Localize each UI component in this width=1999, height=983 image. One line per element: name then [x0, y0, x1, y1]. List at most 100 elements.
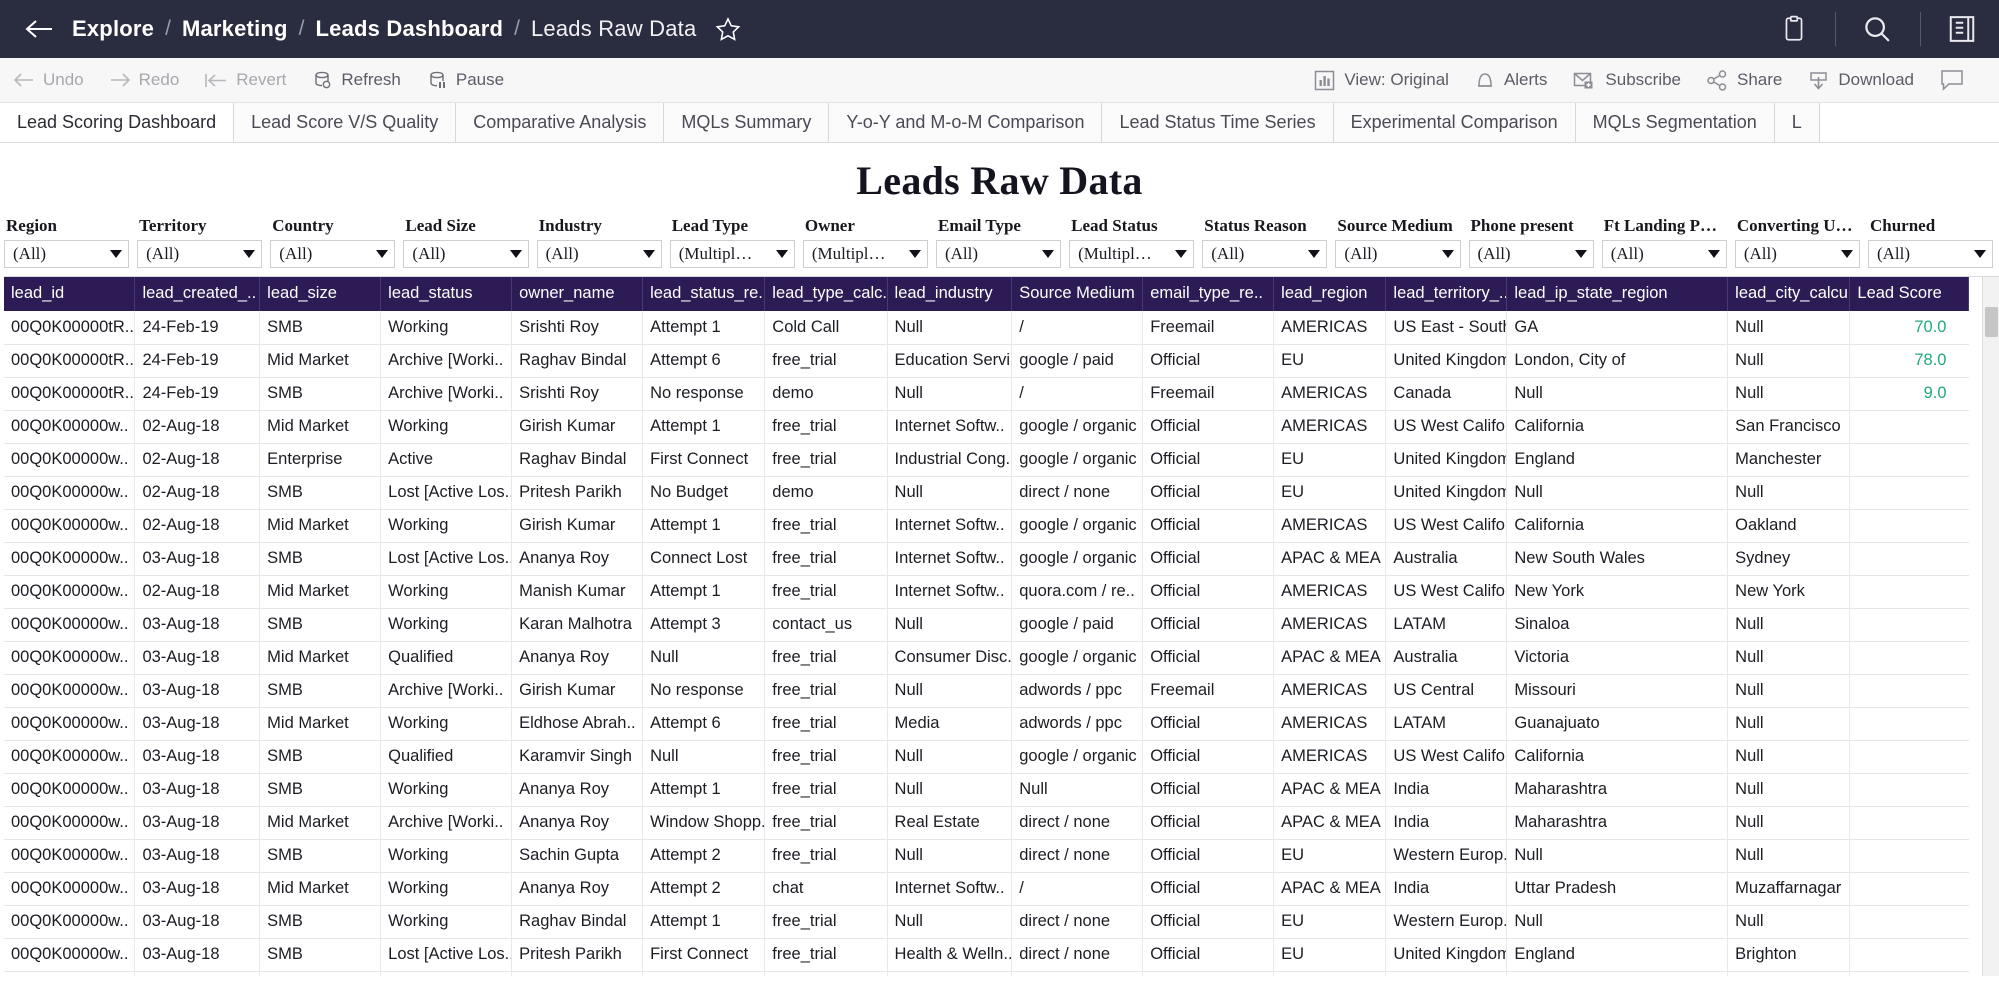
lead-score-cell[interactable] — [1849, 509, 1969, 543]
table-cell[interactable]: Active — [380, 443, 513, 477]
filter-dropdown[interactable]: (All) — [1202, 240, 1328, 268]
table-cell[interactable]: SMB — [259, 377, 382, 411]
table-cell[interactable]: SMB — [259, 674, 382, 708]
table-cell[interactable]: LATAM — [1385, 707, 1508, 741]
table-cell[interactable]: 03-Aug-18 — [134, 740, 261, 774]
table-cell[interactable]: Lost [Active Los.. — [380, 938, 513, 972]
table-cell[interactable]: No response — [642, 674, 766, 708]
table-cell[interactable]: google / organic — [1011, 509, 1144, 543]
table-cell[interactable]: Brighton — [1727, 938, 1851, 972]
table-cell[interactable]: SMB — [259, 542, 382, 576]
table-cell[interactable]: Official — [1142, 476, 1275, 510]
table-cell[interactable]: Official — [1142, 971, 1275, 976]
table-cell[interactable]: Karamvir Singh — [511, 740, 644, 774]
table-cell[interactable]: Australia — [1385, 542, 1508, 576]
table-cell[interactable]: 02-Aug-18 — [134, 575, 261, 609]
table-cell[interactable]: Archive [Worki.. — [380, 806, 513, 840]
lead-score-cell[interactable] — [1849, 443, 1969, 477]
table-cell[interactable]: Working — [380, 410, 513, 444]
filter-dropdown[interactable]: (All) — [1601, 240, 1727, 268]
table-cell[interactable]: direct / none — [1011, 905, 1144, 939]
pause-button[interactable]: Pause — [417, 66, 514, 94]
table-cell[interactable]: 00Q0K00000w.. — [4, 872, 136, 906]
table-cell[interactable]: Working — [380, 707, 513, 741]
table-cell[interactable]: / — [1011, 872, 1144, 906]
breadcrumb-item-leads-raw-data[interactable]: Leads Raw Data — [531, 16, 696, 42]
breadcrumb-item-marketing[interactable]: Marketing — [182, 16, 288, 42]
table-cell[interactable]: Null — [642, 740, 766, 774]
filter-dropdown[interactable]: (All) — [403, 240, 529, 268]
undo-button[interactable]: Undo — [4, 66, 94, 94]
table-cell[interactable]: Chandigarh — [1506, 971, 1729, 976]
table-cell[interactable]: US West Califo.. — [1385, 575, 1508, 609]
lead-score-cell[interactable] — [1849, 872, 1969, 906]
table-cell[interactable]: Ananya Roy — [511, 806, 644, 840]
table-cell[interactable]: Archive [Worki.. — [380, 674, 513, 708]
table-cell[interactable]: Null — [887, 674, 1013, 708]
table-cell[interactable]: Lost [Active Los.. — [380, 476, 513, 510]
table-cell[interactable]: Null — [887, 377, 1013, 411]
table-cell[interactable]: GA — [1506, 311, 1729, 345]
table-cell[interactable]: Raghav Bindal — [511, 344, 644, 378]
table-cell[interactable]: 00Q0K00000w.. — [4, 575, 136, 609]
table-cell[interactable]: 03-Aug-18 — [134, 872, 261, 906]
table-cell[interactable]: 00Q0K00000w.. — [4, 674, 136, 708]
lead-score-cell[interactable] — [1849, 839, 1969, 873]
table-cell[interactable]: 00Q0K00000w.. — [4, 971, 136, 976]
table-cell[interactable]: Official — [1142, 443, 1275, 477]
table-cell[interactable]: free_trial — [764, 443, 888, 477]
table-cell[interactable]: direct / none — [1011, 938, 1144, 972]
column-header[interactable]: Lead Score — [1849, 277, 1969, 311]
table-cell[interactable]: free_trial — [764, 641, 888, 675]
table-row[interactable]: 00Q0K00000w.. 03-Aug-18 SMB Working Karan Ma… — [4, 608, 1969, 642]
table-cell[interactable]: 03-Aug-18 — [134, 938, 261, 972]
table-cell[interactable]: Sachin Gupta — [511, 839, 644, 873]
table-cell[interactable]: quora.com / re.. — [1011, 575, 1144, 609]
lead-score-cell[interactable] — [1849, 971, 1969, 976]
table-cell[interactable]: free_trial — [764, 509, 888, 543]
revert-button[interactable]: Revert — [195, 66, 296, 94]
table-cell[interactable]: Official — [1142, 839, 1275, 873]
table-cell[interactable]: free_trial — [764, 410, 888, 444]
table-cell[interactable]: 00Q0K00000w.. — [4, 773, 136, 807]
table-cell[interactable]: Cold Call — [764, 311, 888, 345]
table-row[interactable]: 00Q0K00000w.. 03-Aug-18 SMB Archive [Worki.… — [4, 674, 1969, 708]
table-cell[interactable]: google / organic — [1011, 971, 1144, 976]
column-header[interactable]: lead_territory_.. — [1385, 277, 1508, 311]
table-cell[interactable]: Null — [1727, 740, 1851, 774]
table-row[interactable]: 00Q0K00000w.. 03-Aug-18 SMB Qualified Karamv… — [4, 740, 1969, 774]
table-cell[interactable]: Official — [1142, 575, 1275, 609]
table-cell[interactable]: google / organic — [1011, 542, 1144, 576]
table-cell[interactable]: AMERICAS — [1273, 740, 1387, 774]
table-cell[interactable]: SMB — [259, 905, 382, 939]
table-cell[interactable]: Null — [1727, 905, 1851, 939]
table-cell[interactable]: adwords / ppc — [1011, 674, 1144, 708]
table-cell[interactable]: England — [1506, 938, 1729, 972]
table-cell[interactable]: First Connect — [642, 938, 766, 972]
table-cell[interactable]: Working — [380, 311, 513, 345]
table-cell[interactable]: free_trial — [764, 707, 888, 741]
table-cell[interactable]: Victoria — [1506, 641, 1729, 675]
table-cell[interactable]: EU — [1273, 938, 1387, 972]
table-row[interactable]: 00Q0K00000w.. 02-Aug-18 SMB Lost [Active Lo… — [4, 476, 1969, 510]
table-cell[interactable]: AMERICAS — [1273, 707, 1387, 741]
table-cell[interactable]: free_trial — [764, 740, 888, 774]
table-cell[interactable]: Attempt 1 — [642, 575, 766, 609]
table-cell[interactable]: AMERICAS — [1273, 575, 1387, 609]
worksheet-tab[interactable]: Comparative Analysis — [456, 103, 665, 142]
table-cell[interactable]: free_trial — [764, 575, 888, 609]
worksheet-tab[interactable]: Lead Scoring Dashboard — [0, 103, 235, 142]
table-cell[interactable]: SMB — [259, 476, 382, 510]
table-cell[interactable]: Official — [1142, 773, 1275, 807]
table-cell[interactable]: San Francisco — [1727, 410, 1851, 444]
lead-score-cell[interactable] — [1849, 905, 1969, 939]
lead-score-cell[interactable] — [1849, 740, 1969, 774]
table-cell[interactable]: Manish Kumar — [511, 575, 644, 609]
filter-dropdown[interactable]: (Multipl… — [802, 240, 928, 268]
table-cell[interactable]: US West Califo.. — [1385, 410, 1508, 444]
table-cell[interactable]: 00Q0K00000w.. — [4, 509, 136, 543]
table-cell[interactable]: England — [1506, 443, 1729, 477]
column-header[interactable]: email_type_re.. — [1142, 277, 1275, 311]
download-button[interactable]: Download — [1798, 66, 1924, 95]
table-cell[interactable]: United Kingdom — [1385, 938, 1508, 972]
